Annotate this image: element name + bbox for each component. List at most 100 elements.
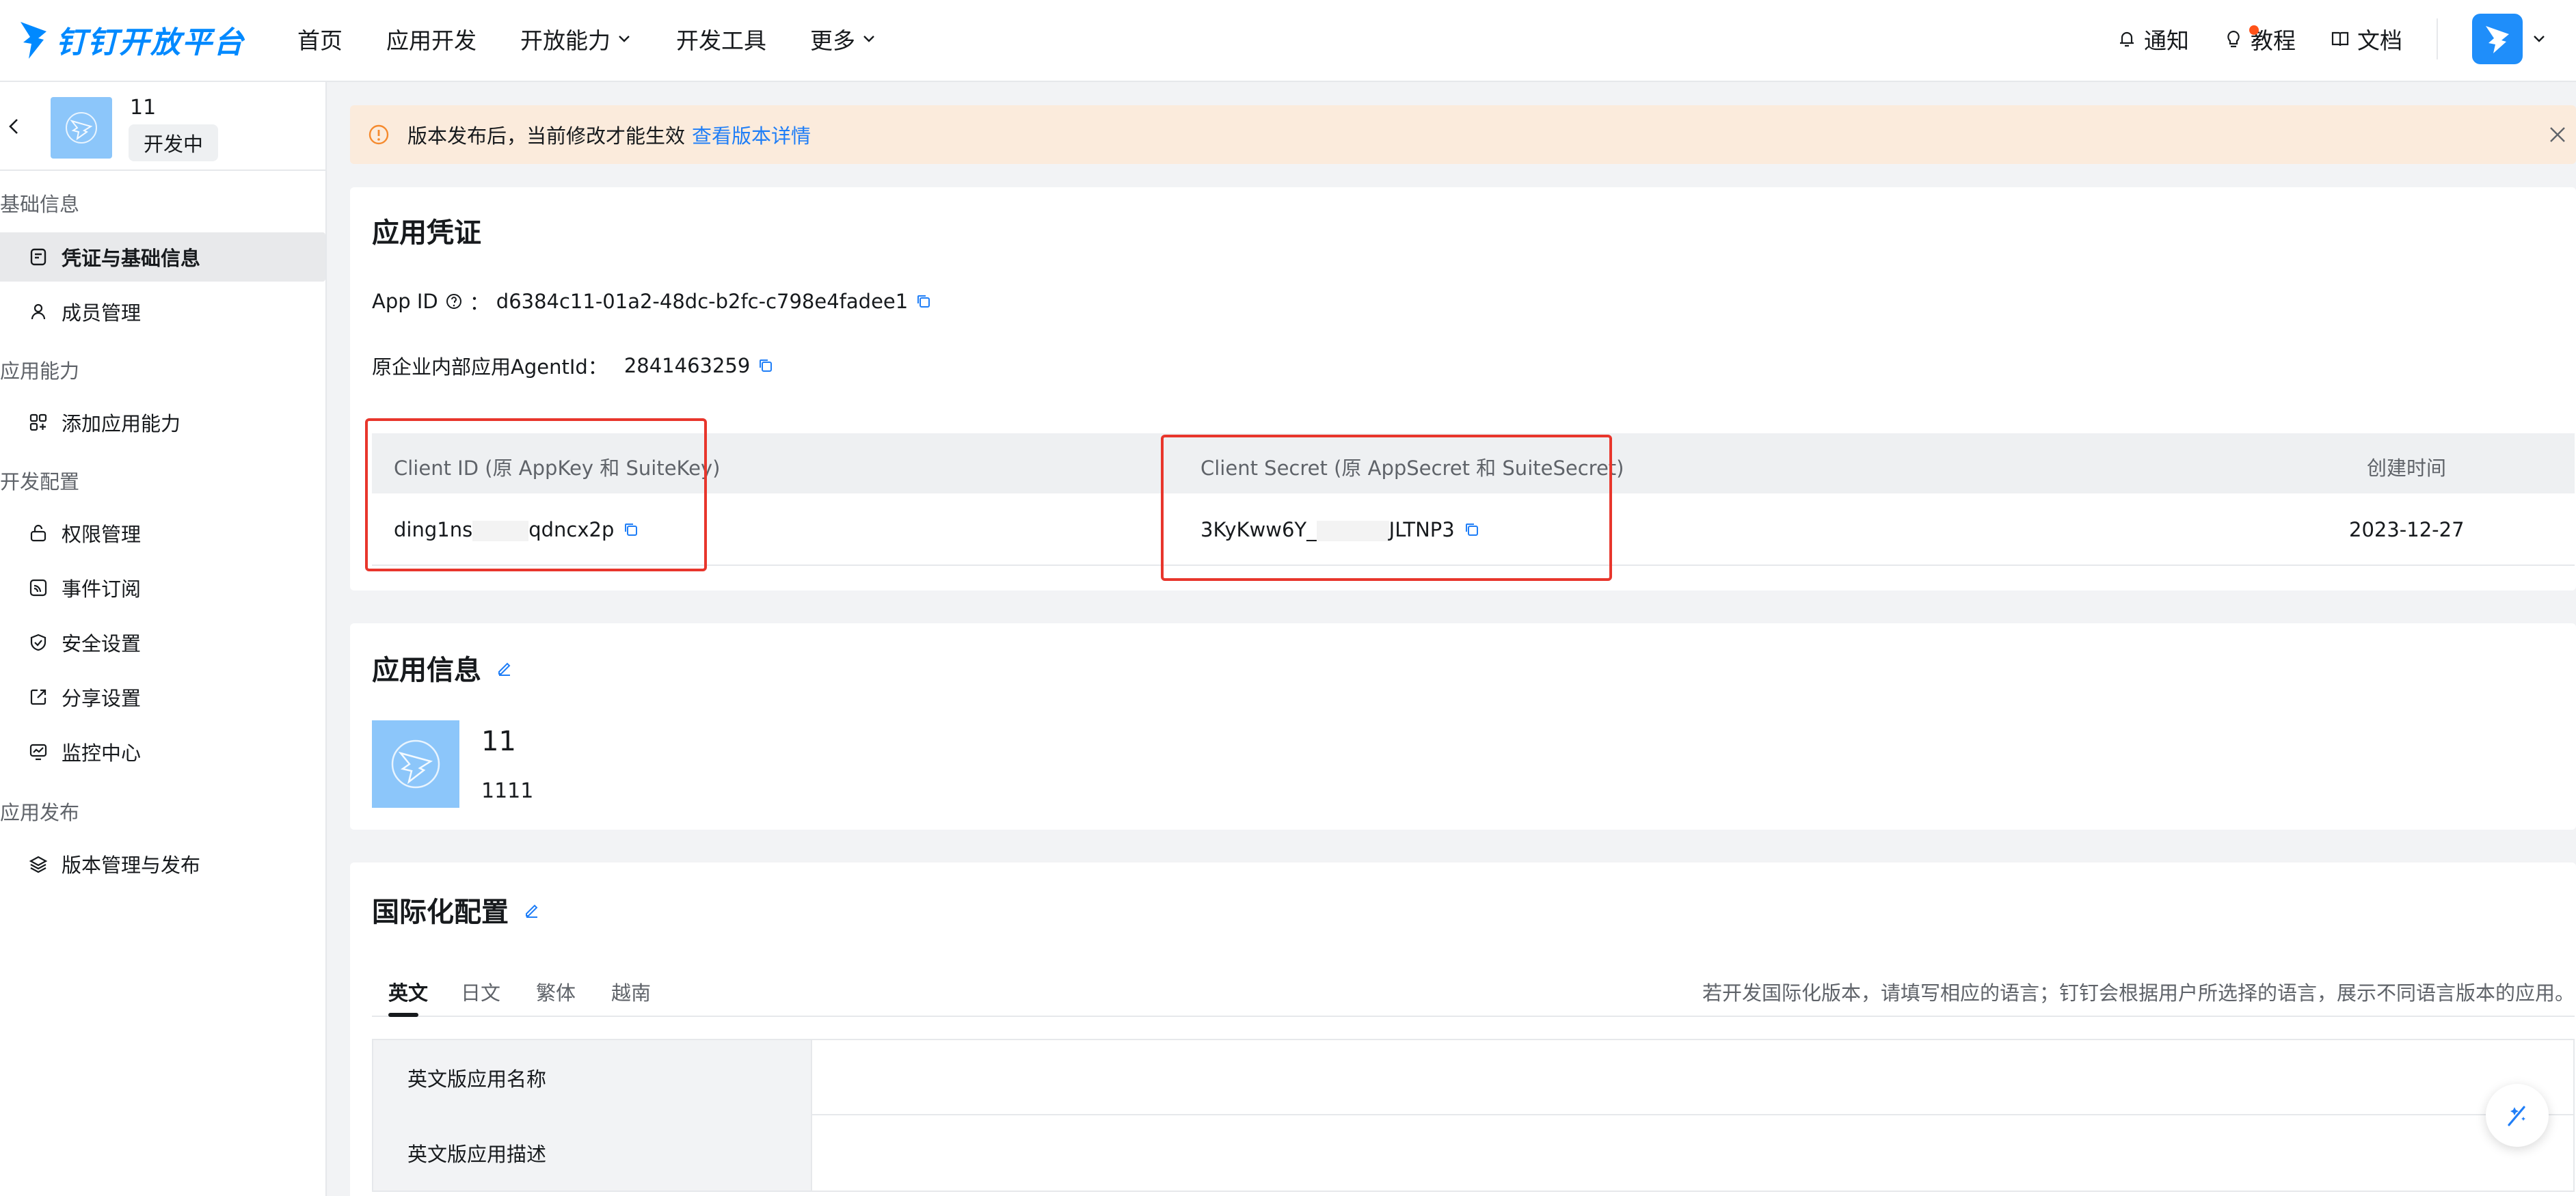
notify-button[interactable]: 通知 [2117,23,2189,55]
monitor-icon [29,744,47,761]
edit-icon[interactable] [522,900,541,919]
group-basic-info: 基础信息 [0,193,80,216]
sidebar-item-add-capability[interactable]: 添加应用能力 [0,398,325,447]
user-icon [31,303,46,320]
highlight-box-client-id [365,418,707,571]
i18n-title: 国际化配置 [372,890,541,929]
sidebar-item-versions-label: 版本管理与发布 [62,854,201,877]
copy-icon[interactable] [757,357,775,375]
app-info-icon [372,720,459,808]
agent-id-label: 原企业内部应用AgentId： [372,355,608,379]
dingtalk-logo[interactable]: 钉钉开放平台 [18,11,245,68]
english-name-label: 英文版应用名称 [373,1040,812,1115]
active-tab-indicator [388,1013,418,1017]
view-version-details-link[interactable]: 查看版本详情 [692,120,811,149]
nav-open-capability[interactable]: 开放能力 [520,23,632,55]
ai-assistant-button[interactable] [2486,1084,2549,1147]
dingtalk-avatar-icon [2486,26,2509,53]
app-info-name: 11 [481,726,516,757]
shield-icon [30,634,46,651]
book-icon [2331,31,2349,46]
help-circle-icon[interactable] [445,293,463,310]
bell-icon [2120,31,2134,47]
tab-vietnamese[interactable]: 越南 [611,977,651,1006]
notification-dot [2249,25,2259,35]
sidebar-item-permissions[interactable]: 权限管理 [0,508,325,558]
credentials-title-text: 应用凭证 [372,217,481,249]
lock-icon [30,524,46,542]
back-arrow-icon[interactable] [4,116,25,137]
app-header: 11 开发中 [0,82,327,171]
user-avatar[interactable] [2472,14,2523,64]
created-time-value: 2023-12-27 [2349,518,2465,541]
nav-open-capability-label: 开放能力 [520,27,611,54]
magic-wand-icon [2508,1106,2525,1126]
form-row-english-description: 英文版应用描述 [373,1115,2573,1191]
sidebar-item-events[interactable]: 事件订阅 [0,563,325,612]
group-dev-config: 开发配置 [0,470,80,493]
highlight-box-client-secret [1161,435,1612,581]
sidebar-item-share-label: 分享设置 [62,687,142,710]
nav-home[interactable]: 首页 [297,23,343,55]
app-id-label: App ID [372,290,438,313]
nav-more-label: 更多 [810,27,855,54]
sidebar-item-share[interactable]: 分享设置 [0,672,325,722]
lightbulb-icon [2227,30,2240,48]
tab-traditional-chinese[interactable]: 繁体 [536,977,576,1006]
agent-id-value: 2841463259 [623,354,751,377]
nav-home-label: 首页 [297,27,343,54]
version-notice-banner: 版本发布后，当前修改才能生效 查看版本详情 [350,105,2576,164]
i18n-hint: 若开发国际化版本，请填写相应的语言；钉钉会根据用户所选择的语言，展示不同语言版本… [1702,981,2575,1005]
grid-add-icon [29,413,47,431]
sidebar-item-credentials-label: 凭证与基础信息 [62,247,201,270]
sidebar-item-events-label: 事件订阅 [62,577,142,601]
app-id-row: App ID ： d6384c11-01a2-48dc-b2fc-c798e4f… [372,287,933,316]
app-info-description: 1111 [481,779,534,803]
header-actions: 通知 教程 文档 [2117,0,2576,78]
main-nav: 首页 应用开发 开放能力 开发工具 更多 [297,0,921,78]
docs-button[interactable]: 文档 [2330,23,2402,55]
group-release: 应用发布 [0,801,80,824]
credentials-card: 应用凭证 App ID ： d6384c11-01a2-48dc-b2fc-c7… [350,187,2576,590]
chevron-down-icon [619,36,630,42]
copy-icon[interactable] [915,293,933,310]
sidebar-item-versions[interactable]: 版本管理与发布 [0,839,325,888]
form-row-english-name: 英文版应用名称 [373,1040,2573,1115]
i18n-title-text: 国际化配置 [372,897,509,928]
sidebar-item-monitor-label: 监控中心 [62,742,142,765]
app-status-badge: 开发中 [129,124,219,161]
nav-app-dev-label: 应用开发 [386,27,477,54]
sidebar-item-members-label: 成员管理 [62,301,142,325]
i18n-form-table: 英文版应用名称 英文版应用描述 [372,1039,2575,1192]
edit-icon[interactable] [495,658,514,677]
group-app-capability: 应用能力 [0,359,80,383]
sidebar-item-members[interactable]: 成员管理 [0,287,325,336]
sidebar-item-monitor[interactable]: 监控中心 [0,727,325,776]
sidebar: 11 开发中 基础信息 凭证与基础信息 成员管理 应用能力 添加应用能力 开发配… [0,82,327,1196]
app-id-value: d6384c11-01a2-48dc-b2fc-c798e4fadee1 [496,290,909,313]
nav-more[interactable]: 更多 [810,23,877,55]
notify-label: 通知 [2144,27,2189,54]
sidebar-item-security[interactable]: 安全设置 [0,618,325,667]
chevron-down-icon[interactable] [2531,31,2547,47]
tab-english[interactable]: 英文 [388,977,428,1006]
warning-icon [368,124,389,145]
dingtalk-logo-icon [21,22,46,59]
sidebar-item-security-label: 安全设置 [62,632,142,655]
tutorial-button[interactable]: 教程 [2223,23,2296,55]
app-info-card: 应用信息 11 1111 [350,623,2576,830]
nav-app-dev[interactable]: 应用开发 [386,23,477,55]
agent-id-row: 原企业内部应用AgentId： 2841463259 [372,351,775,380]
close-icon[interactable] [2546,123,2569,146]
chevron-down-icon [863,36,874,42]
sidebar-item-permissions-label: 权限管理 [62,523,142,546]
app-info-title: 应用信息 [372,648,514,688]
sidebar-item-credentials[interactable]: 凭证与基础信息 [0,232,325,282]
credential-icon [30,248,46,266]
layers-icon [29,856,48,873]
rss-icon [29,579,47,597]
nav-dev-tools[interactable]: 开发工具 [676,23,766,55]
header-divider [2437,18,2438,59]
tab-japanese[interactable]: 日文 [461,977,500,1006]
share-icon [30,689,46,705]
